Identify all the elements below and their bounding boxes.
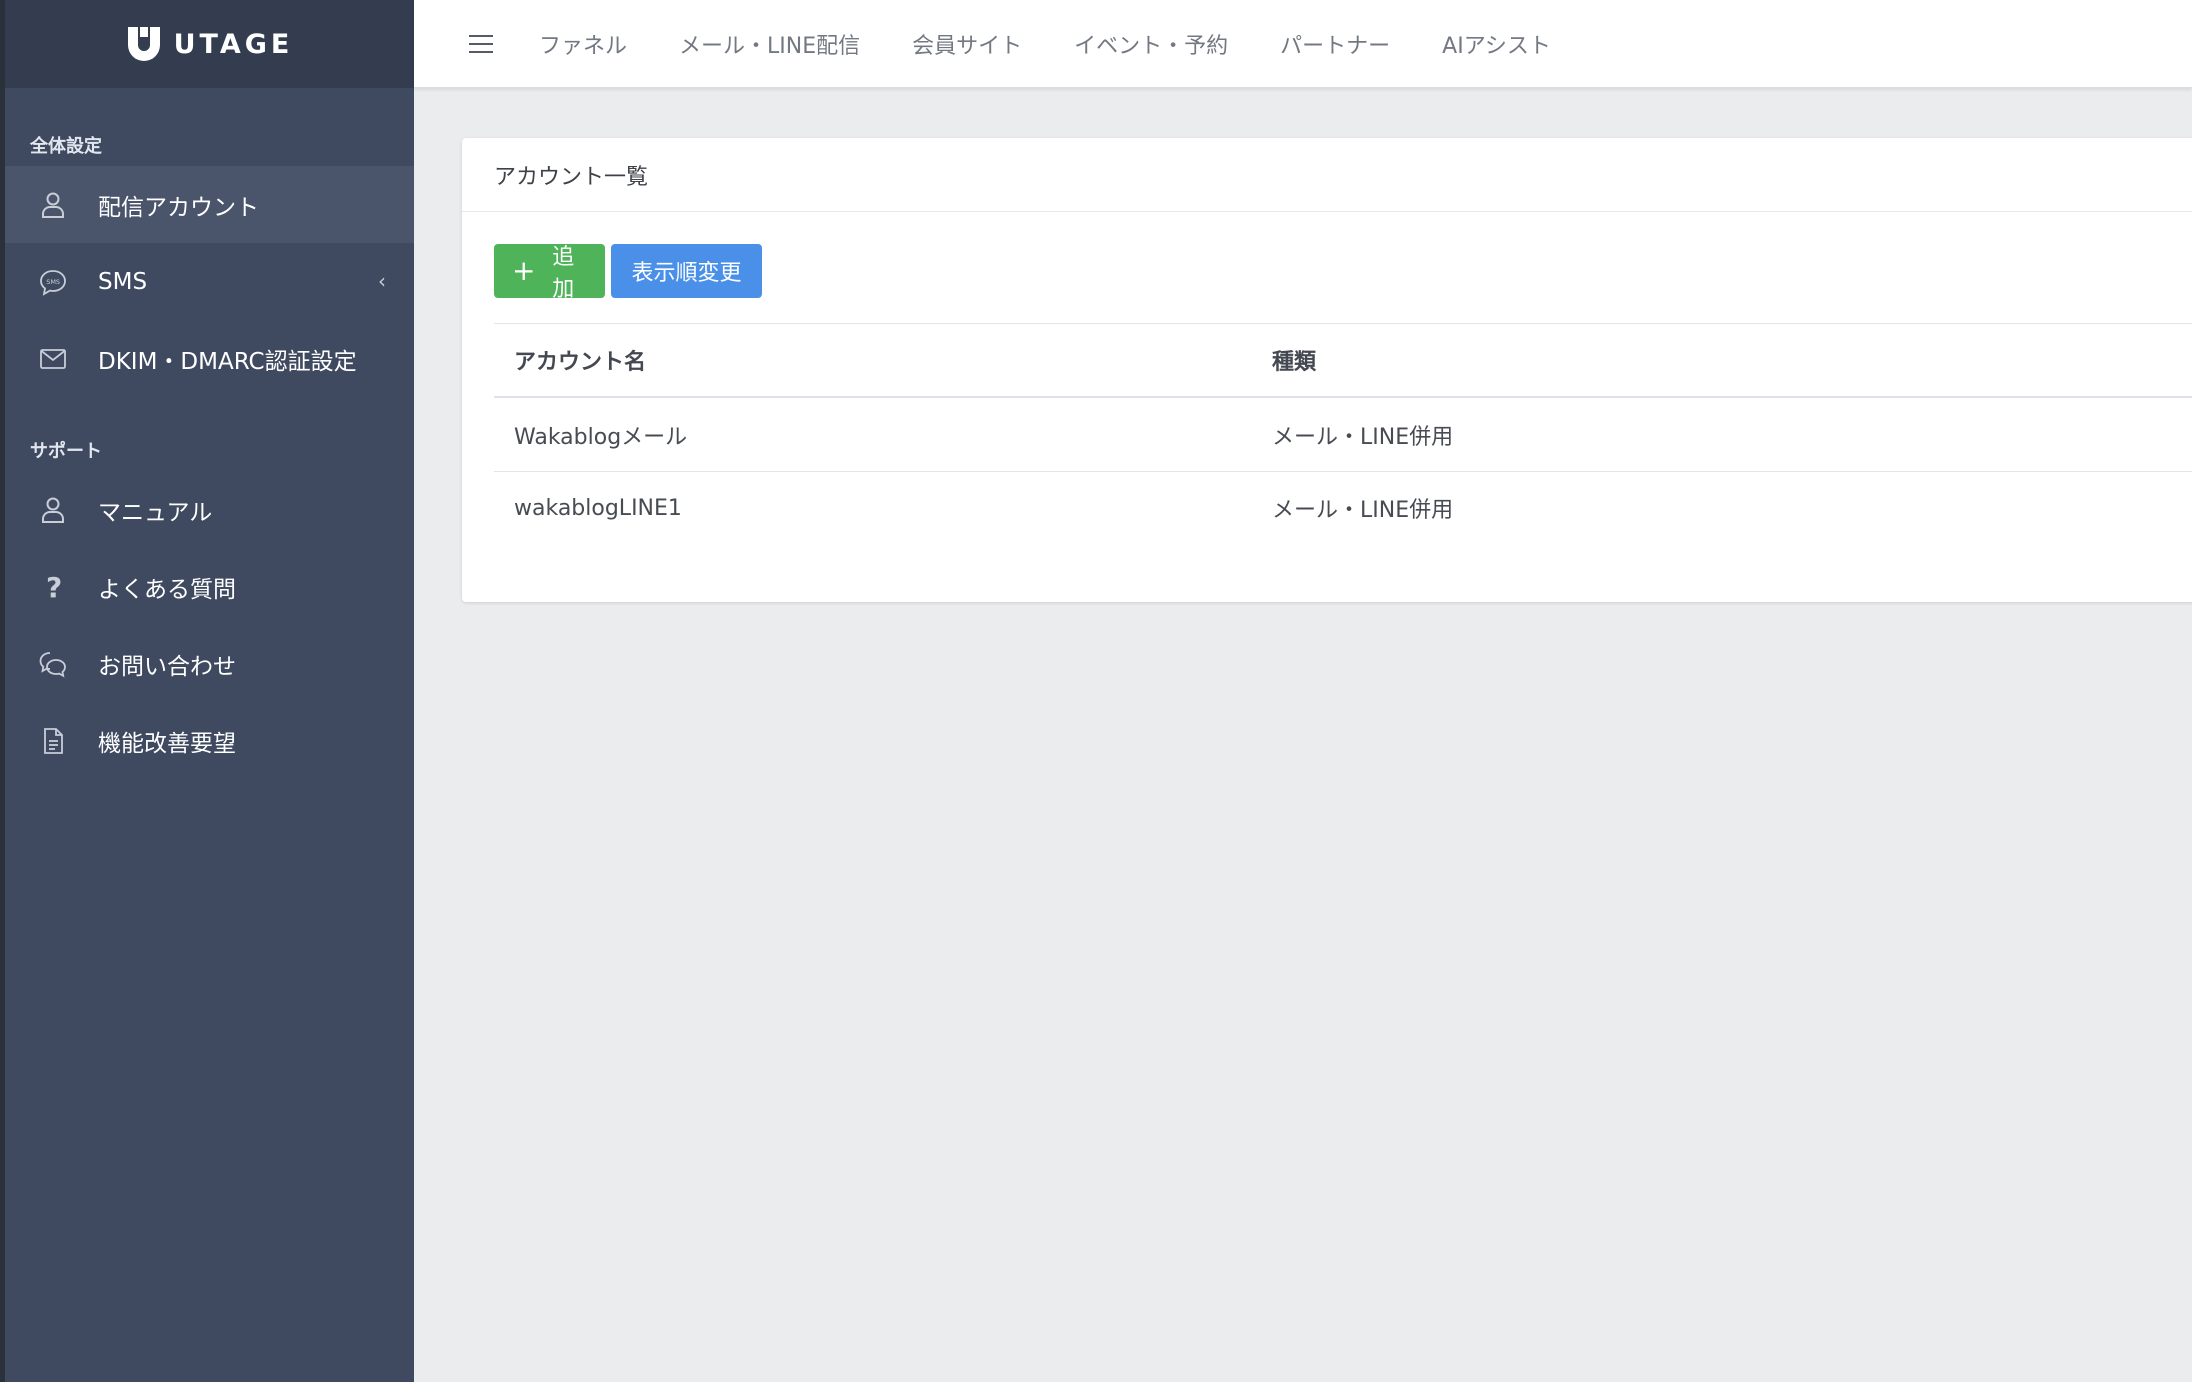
brand-name: UTAGE xyxy=(173,28,294,60)
add-button[interactable]: + 追加 xyxy=(494,244,605,302)
sidebar-item-contact[interactable]: お問い合わせ xyxy=(5,625,414,702)
sidebar: UTAGE 全体設定 配信アカウント SMS SMS ‹ DKIM・DMARC認… xyxy=(5,0,414,1382)
question-icon: ? xyxy=(35,569,71,605)
topnav-member-site[interactable]: 会員サイト xyxy=(912,28,1022,60)
sidebar-item-label: 配信アカウント xyxy=(98,194,259,221)
document-icon xyxy=(35,723,71,759)
table-row[interactable]: wakablogLINE1 メール・LINE併用 xyxy=(494,471,2192,544)
topnav-ai-assist[interactable]: AIアシスト xyxy=(1442,28,1551,60)
sidebar-item-dkim-dmarc[interactable]: DKIM・DMARC認証設定 xyxy=(5,320,414,397)
user-icon xyxy=(35,187,71,223)
sidebar-item-delivery-account[interactable]: 配信アカウント xyxy=(5,166,414,243)
svg-text:?: ? xyxy=(46,572,62,602)
topnav-funnel[interactable]: ファネル xyxy=(539,28,627,60)
section-label-support: サポート xyxy=(30,441,102,462)
topnav-mail-line[interactable]: メール・LINE配信 xyxy=(679,28,860,60)
sidebar-item-label: お問い合わせ xyxy=(98,653,236,680)
sidebar-item-manual[interactable]: マニュアル xyxy=(5,471,414,548)
chat-icon xyxy=(35,646,71,682)
card-title: アカウント一覧 xyxy=(462,138,2192,212)
topnav-partner[interactable]: パートナー xyxy=(1280,28,1390,60)
sidebar-item-label: マニュアル xyxy=(98,499,213,526)
section-label-global-settings: 全体設定 xyxy=(30,136,102,157)
sidebar-item-faq[interactable]: ? よくある質問 xyxy=(5,548,414,625)
sidebar-item-feature-request[interactable]: 機能改善要望 xyxy=(5,702,414,779)
sms-icon: SMS xyxy=(35,264,71,300)
add-button-label: 追加 xyxy=(552,245,575,302)
sidebar-item-label: 機能改善要望 xyxy=(98,730,236,757)
envelope-icon xyxy=(35,341,71,377)
sidebar-item-label: DKIM・DMARC認証設定 xyxy=(98,348,357,375)
table-row[interactable]: Wakablogメール メール・LINE併用 xyxy=(494,398,2192,471)
user-icon xyxy=(35,492,71,528)
account-table: アカウント名 種類 Wakablogメール メール・LINE併用 wakablo… xyxy=(494,323,2192,544)
account-name-cell[interactable]: wakablogLINE1 xyxy=(494,496,1272,521)
table-header-row: アカウント名 種類 xyxy=(494,323,2192,398)
change-order-button[interactable]: 表示順変更 xyxy=(611,244,762,298)
account-list-card: アカウント一覧 + 追加 表示順変更 アカウント名 種類 Wakablogメール… xyxy=(462,138,2192,602)
topnav-event-booking[interactable]: イベント・予約 xyxy=(1074,28,1228,60)
plus-icon: + xyxy=(512,254,536,287)
svg-text:SMS: SMS xyxy=(46,278,60,286)
column-header-type[interactable]: 種類 xyxy=(1272,344,1316,376)
action-buttons: + 追加 表示順変更 xyxy=(462,244,2192,302)
account-name-cell[interactable]: Wakablogメール xyxy=(494,419,1272,451)
utage-logo-icon xyxy=(127,27,160,61)
sidebar-item-label: よくある質問 xyxy=(98,576,236,603)
brand-logo[interactable]: UTAGE xyxy=(5,0,414,88)
sidebar-item-label: SMS xyxy=(98,268,148,295)
account-type-cell: メール・LINE併用 xyxy=(1272,424,1454,450)
account-type-cell: メール・LINE併用 xyxy=(1272,498,1454,523)
top-navigation-bar: ファネル メール・LINE配信 会員サイト イベント・予約 パートナー AIアシ… xyxy=(414,0,2192,88)
hamburger-menu-icon[interactable] xyxy=(466,31,496,57)
column-header-account-name[interactable]: アカウント名 xyxy=(494,344,1272,376)
sidebar-item-sms[interactable]: SMS SMS ‹ xyxy=(5,243,414,320)
chevron-left-icon: ‹ xyxy=(378,269,386,293)
